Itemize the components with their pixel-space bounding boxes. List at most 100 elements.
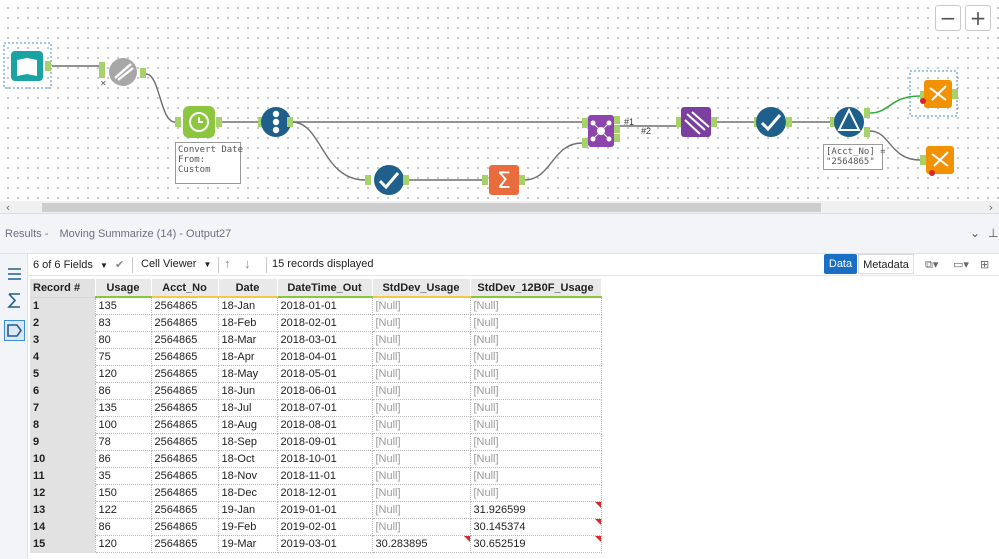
zoom-in-button[interactable]: + [965, 5, 991, 31]
cell-acct-no[interactable]: 2564865 [150, 534, 219, 553]
cell-datetime-out[interactable]: 2018-03-01 [276, 330, 373, 349]
cell-date[interactable]: 19-Jan [217, 500, 278, 519]
cell-acct-no[interactable]: 2564865 [150, 398, 219, 417]
table-row[interactable]: 1 135 2564865 18-Jan 2018-01-01 [Null] [Null] [30, 296, 602, 315]
cell-stddev-12b0f-usage[interactable]: [Null] [469, 296, 602, 315]
table-row[interactable]: 11 35 2564865 18-Nov 2018-11-01 [Null] [Null] [30, 466, 602, 485]
cell-usage[interactable]: 135 [94, 398, 152, 417]
tag-view-icon[interactable] [4, 320, 25, 341]
table-row[interactable]: 6 86 2564865 18-Jun 2018-06-01 [Null] [Null] [30, 381, 602, 400]
cell-stddev-usage[interactable]: [Null] [371, 364, 471, 383]
cell-stddev-12b0f-usage[interactable]: 30.145374 [469, 517, 602, 536]
cell-stddev-usage[interactable]: [Null] [371, 330, 471, 349]
column-header-record[interactable]: Record # [30, 279, 96, 298]
cell-stddev-12b0f-usage[interactable]: [Null] [469, 415, 602, 434]
metadata-tab-button[interactable]: Metadata [858, 254, 914, 274]
column-header-usage[interactable]: Usage [95, 279, 152, 298]
cell-usage[interactable]: 86 [94, 449, 152, 468]
cell-stddev-12b0f-usage[interactable]: [Null] [469, 364, 602, 383]
cell-usage[interactable]: 78 [94, 432, 152, 451]
cell-date[interactable]: 18-Jan [217, 296, 278, 315]
table-row[interactable]: 10 86 2564865 18-Oct 2018-10-01 [Null] [Null] [30, 449, 602, 468]
cell-record-number[interactable]: 12 [30, 484, 95, 502]
cell-record-number[interactable]: 3 [30, 331, 95, 349]
cell-record-number[interactable]: 14 [30, 518, 95, 536]
cell-stddev-12b0f-usage[interactable]: 30.652519 [469, 534, 602, 553]
cell-record-number[interactable]: 4 [30, 348, 95, 366]
arrow-up-icon[interactable]: ↑ [224, 256, 231, 271]
column-header-stddev-usage[interactable]: StdDev_Usage [372, 279, 471, 298]
cell-stddev-12b0f-usage[interactable]: 31.926599 [469, 500, 602, 519]
cell-stddev-usage[interactable]: [Null] [371, 398, 471, 417]
cell-date[interactable]: 19-Mar [217, 534, 278, 553]
cell-datetime-out[interactable]: 2018-11-01 [276, 466, 373, 485]
cell-acct-no[interactable]: 2564865 [150, 296, 219, 315]
cell-acct-no[interactable]: 2564865 [150, 432, 219, 451]
results-grid[interactable]: Record # Usage Acct_No Date DateTime_Out… [30, 279, 602, 553]
cell-date[interactable]: 18-May [217, 364, 278, 383]
cell-acct-no[interactable]: 2564865 [150, 500, 219, 519]
cell-acct-no[interactable]: 2564865 [150, 313, 219, 332]
cell-usage[interactable]: 120 [94, 364, 152, 383]
cell-usage[interactable]: 100 [94, 415, 152, 434]
cell-stddev-usage[interactable]: [Null] [371, 500, 471, 519]
cell-usage[interactable]: 120 [94, 534, 152, 553]
cell-datetime-out[interactable]: 2018-06-01 [276, 381, 373, 400]
column-header-stddev-12b0f-usage[interactable]: StdDev_12B0F_Usage [470, 279, 602, 298]
cell-usage[interactable]: 80 [94, 330, 152, 349]
table-row[interactable]: 5 120 2564865 18-May 2018-05-01 [Null] [Null] [30, 364, 602, 383]
cell-stddev-usage[interactable]: [Null] [371, 313, 471, 332]
cell-record-number[interactable]: 13 [30, 501, 95, 519]
cell-datetime-out[interactable]: 2018-09-01 [276, 432, 373, 451]
cell-stddev-usage[interactable]: [Null] [371, 381, 471, 400]
cell-stddev-usage[interactable]: [Null] [371, 466, 471, 485]
cell-stddev-usage[interactable]: [Null] [371, 347, 471, 366]
cell-date[interactable]: 18-Jun [217, 381, 278, 400]
cell-acct-no[interactable]: 2564865 [150, 381, 219, 400]
table-row[interactable]: 4 75 2564865 18-Apr 2018-04-01 [Null] [Null] [30, 347, 602, 366]
cell-usage[interactable]: 135 [94, 296, 152, 315]
cell-usage[interactable]: 83 [94, 313, 152, 332]
cell-date[interactable]: 18-Sep [217, 432, 278, 451]
cell-datetime-out[interactable]: 2018-02-01 [276, 313, 373, 332]
table-row[interactable]: 14 86 2564865 19-Feb 2019-02-01 [Null] 30.1453… [30, 517, 602, 536]
cell-usage[interactable]: 122 [94, 500, 152, 519]
scroll-left-icon[interactable]: ‹ [2, 201, 14, 214]
table-row[interactable]: 8 100 2564865 18-Aug 2018-08-01 [Null] [Null] [30, 415, 602, 434]
pin-icon[interactable]: ⊥ [988, 226, 998, 240]
cell-stddev-usage[interactable]: [Null] [371, 483, 471, 502]
cell-acct-no[interactable]: 2564865 [150, 415, 219, 434]
cell-datetime-out[interactable]: 2019-01-01 [276, 500, 373, 519]
scrollbar-thumb[interactable] [42, 203, 821, 212]
cell-acct-no[interactable]: 2564865 [150, 449, 219, 468]
cell-stddev-12b0f-usage[interactable]: [Null] [469, 483, 602, 502]
cell-viewer-dropdown[interactable]: Cell Viewer ▼ [141, 258, 211, 270]
summarize-view-icon[interactable] [4, 290, 25, 311]
cell-stddev-usage[interactable]: [Null] [371, 296, 471, 315]
cell-stddev-usage[interactable]: [Null] [371, 449, 471, 468]
expand-icon[interactable]: ⊞ [980, 258, 989, 271]
cell-stddev-12b0f-usage[interactable]: [Null] [469, 330, 602, 349]
cell-date[interactable]: 18-Dec [217, 483, 278, 502]
cell-datetime-out[interactable]: 2018-10-01 [276, 449, 373, 468]
cell-record-number[interactable]: 10 [30, 450, 95, 468]
column-header-acct-no[interactable]: Acct_No [151, 279, 219, 298]
table-row[interactable]: 7 135 2564865 18-Jul 2018-07-01 [Null] [Null] [30, 398, 602, 417]
table-row[interactable]: 13 122 2564865 19-Jan 2019-01-01 [Null] 31.926… [30, 500, 602, 519]
cell-datetime-out[interactable]: 2018-07-01 [276, 398, 373, 417]
cell-date[interactable]: 18-Mar [217, 330, 278, 349]
cell-stddev-usage[interactable]: [Null] [371, 415, 471, 434]
cell-datetime-out[interactable]: 2019-02-01 [276, 517, 373, 536]
cell-acct-no[interactable]: 2564865 [150, 364, 219, 383]
cell-date[interactable]: 18-Apr [217, 347, 278, 366]
cell-date[interactable]: 18-Aug [217, 415, 278, 434]
cell-record-number[interactable]: 5 [30, 365, 95, 383]
table-row[interactable]: 2 83 2564865 18-Feb 2018-02-01 [Null] [Null] [30, 313, 602, 332]
cell-stddev-usage[interactable]: [Null] [371, 517, 471, 536]
table-row[interactable]: 12 150 2564865 18-Dec 2018-12-01 [Null] [Null] [30, 483, 602, 502]
cell-record-number[interactable]: 6 [30, 382, 95, 400]
cell-stddev-12b0f-usage[interactable]: [Null] [469, 347, 602, 366]
cell-stddev-12b0f-usage[interactable]: [Null] [469, 398, 602, 417]
data-tab-button[interactable]: Data [824, 254, 857, 274]
cell-stddev-12b0f-usage[interactable]: [Null] [469, 381, 602, 400]
